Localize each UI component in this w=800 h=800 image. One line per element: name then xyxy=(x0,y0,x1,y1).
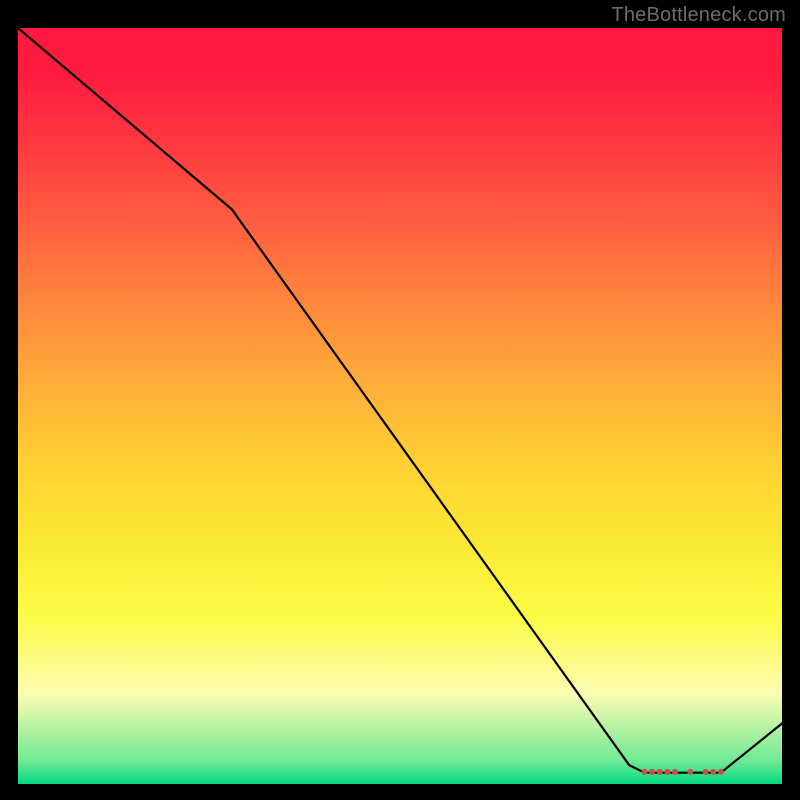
line-series xyxy=(18,28,782,773)
chart-plot-area xyxy=(18,28,782,784)
data-marker xyxy=(657,769,663,775)
line-path xyxy=(18,28,782,773)
data-marker xyxy=(710,769,716,775)
data-marker xyxy=(649,769,655,775)
data-marker xyxy=(703,769,709,775)
data-marker xyxy=(672,769,678,775)
data-marker xyxy=(687,769,693,775)
attribution-label: TheBottleneck.com xyxy=(611,4,786,27)
data-marker xyxy=(718,769,724,775)
data-marker xyxy=(642,769,648,775)
data-marker xyxy=(664,769,670,775)
chart-svg xyxy=(18,28,782,784)
chart-container: TheBottleneck.com xyxy=(0,0,800,800)
marker-group xyxy=(642,769,724,775)
